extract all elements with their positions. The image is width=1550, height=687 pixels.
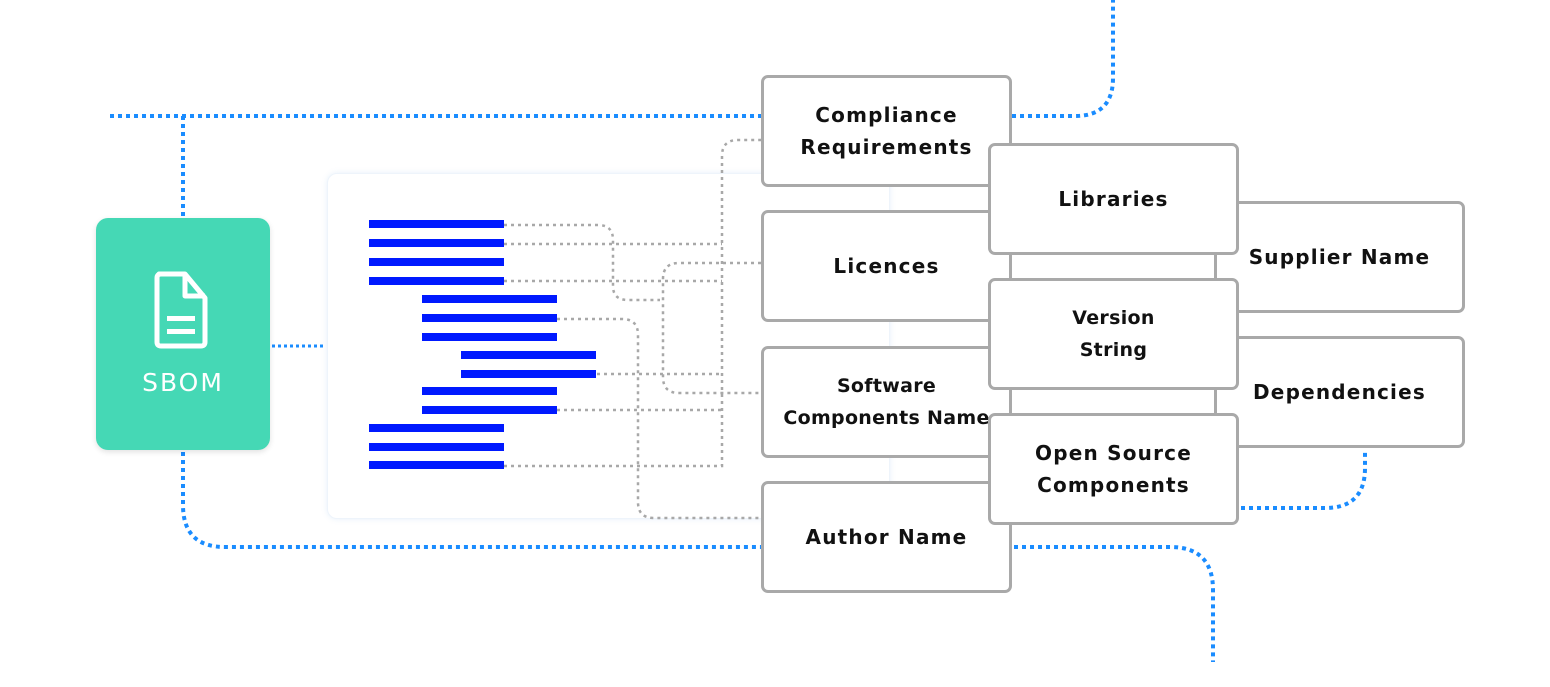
text-bar [369,277,504,285]
box-label: Version String [1072,307,1155,361]
box-label: Supplier Name [1248,245,1431,269]
blue-connector-bottom-right [1014,545,1215,662]
blue-connector-open-source [1241,452,1367,510]
text-bar [369,443,504,451]
text-bar [369,220,504,228]
text-bar [369,461,504,469]
sbom-node: SBOM [96,218,270,450]
box-supplier-name: Supplier Name [1214,201,1465,313]
box-version-string: Version String [988,278,1239,390]
box-label: Dependencies [1253,380,1426,404]
box-label: Software Components Name [783,375,990,429]
document-icon [154,271,208,349]
gray-connector [504,223,660,302]
text-bar [422,314,557,322]
text-bar [369,424,504,432]
box-label: Compliance Requirements [800,103,973,159]
text-bar [422,387,557,395]
sbom-diagram: SBOM Compliance Requirements Licences So… [0,0,1550,687]
gray-connector [557,317,761,520]
sbom-label: SBOM [142,368,224,397]
document-lines [369,220,596,469]
box-dependencies: Dependencies [1214,336,1465,448]
text-bar [461,370,596,378]
box-label: Licences [833,254,940,278]
text-bar [422,333,557,341]
text-bar [369,258,504,266]
text-bar [422,406,557,414]
box-licences: Licences [761,210,1012,322]
box-author-name: Author Name [761,481,1012,593]
box-label: Author Name [805,525,968,549]
text-bar [461,351,596,359]
blue-connector-top-right [1012,0,1115,118]
text-bar [422,295,557,303]
box-open-source-components: Open Source Components [988,413,1239,525]
box-libraries: Libraries [988,143,1239,255]
box-label: Libraries [1058,187,1169,211]
box-software-components-name: Software Components Name [761,346,1012,458]
box-compliance-requirements: Compliance Requirements [761,75,1012,187]
box-label: Open Source Components [1035,441,1192,497]
text-bar [369,239,504,247]
